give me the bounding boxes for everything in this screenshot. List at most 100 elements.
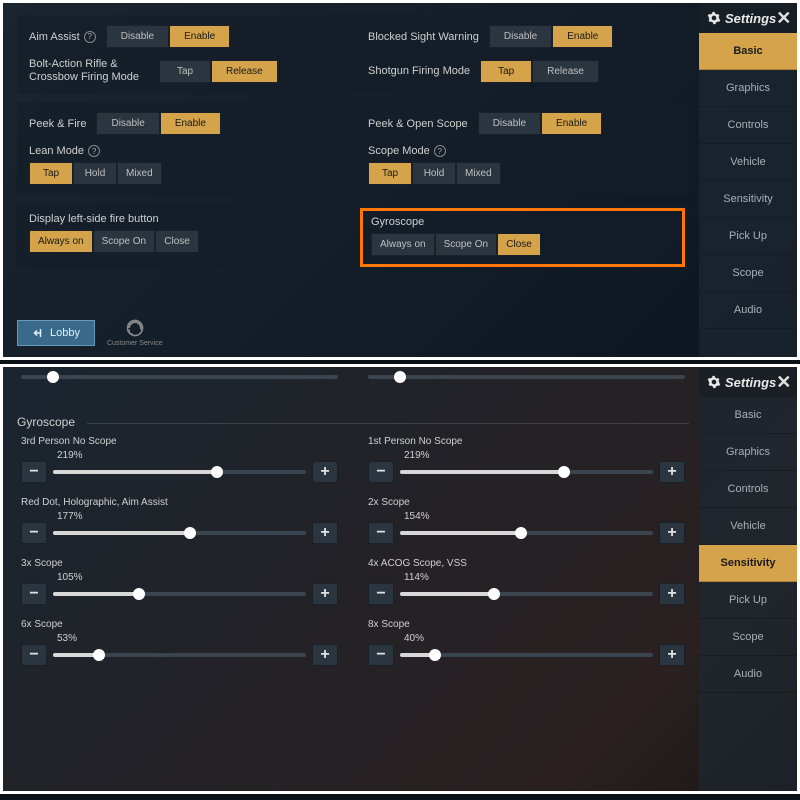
slider-track[interactable] — [53, 531, 306, 535]
increase-button[interactable]: + — [659, 522, 685, 544]
option-enable[interactable]: Enable — [160, 112, 221, 135]
divider — [87, 423, 689, 424]
help-icon[interactable]: ? — [434, 145, 446, 157]
nav-item-pick-up[interactable]: Pick Up — [699, 218, 797, 255]
slider-thumb[interactable] — [429, 649, 441, 661]
option-disable[interactable]: Disable — [478, 112, 541, 135]
label-bolt-action: Bolt-Action Rifle & Crossbow Firing Mode — [29, 58, 149, 84]
option-hold[interactable]: Hold — [73, 162, 117, 185]
decrease-button[interactable]: − — [368, 522, 394, 544]
increase-button[interactable]: + — [659, 644, 685, 666]
decrease-button[interactable]: − — [21, 583, 47, 605]
slider-track[interactable] — [400, 592, 653, 596]
option-scope-on[interactable]: Scope On — [93, 230, 155, 253]
increase-button[interactable]: + — [312, 461, 338, 483]
option-tap[interactable]: Tap — [368, 162, 412, 185]
nav-item-graphics[interactable]: Graphics — [699, 70, 797, 107]
option-enable[interactable]: Enable — [541, 112, 602, 135]
option-release[interactable]: Release — [211, 60, 278, 83]
toggle-peek-open-scope: DisableEnable — [478, 112, 603, 135]
slider-thumb[interactable] — [211, 466, 223, 478]
gear-icon — [707, 375, 721, 389]
option-close[interactable]: Close — [497, 233, 541, 256]
option-hold[interactable]: Hold — [412, 162, 456, 185]
close-icon[interactable]: ✕ — [776, 373, 791, 391]
slider-value: 177% — [57, 511, 338, 522]
nav-item-scope[interactable]: Scope — [699, 255, 797, 292]
row-bolt-action: Bolt-Action Rifle & Crossbow Firing Mode… — [29, 58, 338, 84]
decrease-button[interactable]: − — [368, 644, 394, 666]
increase-button[interactable]: + — [312, 644, 338, 666]
option-tap[interactable]: Tap — [29, 162, 73, 185]
slider-track[interactable] — [53, 653, 306, 657]
nav-item-controls[interactable]: Controls — [699, 107, 797, 144]
slider-thumb[interactable] — [558, 466, 570, 478]
option-always-on[interactable]: Always on — [29, 230, 93, 253]
decrease-button[interactable]: − — [21, 461, 47, 483]
slider-thumb[interactable] — [133, 588, 145, 600]
option-close[interactable]: Close — [155, 230, 199, 253]
decrease-button[interactable]: − — [21, 644, 47, 666]
option-scope-on[interactable]: Scope On — [435, 233, 497, 256]
nav-item-vehicle[interactable]: Vehicle — [699, 144, 797, 181]
nav-item-graphics[interactable]: Graphics — [699, 434, 797, 471]
decrease-button[interactable]: − — [21, 522, 47, 544]
slider-thumb[interactable] — [394, 371, 406, 383]
slider-track[interactable] — [53, 592, 306, 596]
nav-item-pick-up[interactable]: Pick Up — [699, 582, 797, 619]
slider-thumb[interactable] — [93, 649, 105, 661]
nav-item-sensitivity[interactable]: Sensitivity — [699, 545, 797, 582]
nav-item-audio[interactable]: Audio — [699, 656, 797, 693]
slider-value: 219% — [57, 450, 338, 461]
slider-thumb[interactable] — [488, 588, 500, 600]
nav-item-scope[interactable]: Scope — [699, 619, 797, 656]
slider-thumb[interactable] — [515, 527, 527, 539]
option-release[interactable]: Release — [532, 60, 599, 83]
customer-service-button[interactable]: Customer Service — [107, 318, 163, 347]
help-icon[interactable]: ? — [88, 145, 100, 157]
nav-item-sensitivity[interactable]: Sensitivity — [699, 181, 797, 218]
slider-label: 1st Person No Scope — [368, 436, 685, 447]
option-tap[interactable]: Tap — [159, 60, 211, 83]
increase-button[interactable]: + — [659, 461, 685, 483]
decrease-button[interactable]: − — [368, 461, 394, 483]
panel-peek: Peek & Fire DisableEnable Peek & Open Sc… — [17, 102, 689, 195]
slider-label: 3x Scope — [21, 558, 338, 569]
option-tap[interactable]: Tap — [480, 60, 532, 83]
nav-item-controls[interactable]: Controls — [699, 471, 797, 508]
option-disable[interactable]: Disable — [489, 25, 552, 48]
option-mixed[interactable]: Mixed — [117, 162, 162, 185]
increase-button[interactable]: + — [312, 583, 338, 605]
increase-button[interactable]: + — [659, 583, 685, 605]
help-icon[interactable]: ? — [84, 31, 96, 43]
option-disable[interactable]: Disable — [96, 112, 159, 135]
close-icon[interactable]: ✕ — [776, 9, 791, 27]
slider-track[interactable] — [400, 470, 653, 474]
increase-button[interactable]: + — [312, 522, 338, 544]
slider-value: 219% — [404, 450, 685, 461]
option-enable[interactable]: Enable — [169, 25, 230, 48]
lobby-button[interactable]: Lobby — [17, 320, 95, 346]
row-scope-mode: Scope Mode? TapHoldMixed — [368, 145, 677, 185]
slider-value: 53% — [57, 633, 338, 644]
nav-item-audio[interactable]: Audio — [699, 292, 797, 329]
decrease-button[interactable]: − — [368, 583, 394, 605]
slider-track[interactable] — [400, 531, 653, 535]
option-enable[interactable]: Enable — [552, 25, 613, 48]
option-always-on[interactable]: Always on — [371, 233, 435, 256]
slider-thumb[interactable] — [47, 371, 59, 383]
option-disable[interactable]: Disable — [106, 25, 169, 48]
toggle-bolt-action: TapRelease — [159, 60, 278, 83]
slider-label: 8x Scope — [368, 619, 685, 630]
option-mixed[interactable]: Mixed — [456, 162, 501, 185]
settings-sidebar: Settings ✕ BasicGraphicsControlsVehicleS… — [699, 367, 797, 791]
row-peek-fire: Peek & Fire DisableEnable — [29, 112, 338, 135]
slider-track[interactable] — [53, 470, 306, 474]
slider-thumb[interactable] — [184, 527, 196, 539]
toggle-blocked-sight: DisableEnable — [489, 25, 614, 48]
nav-item-vehicle[interactable]: Vehicle — [699, 508, 797, 545]
nav-item-basic[interactable]: Basic — [699, 33, 797, 70]
slider-track[interactable] — [400, 653, 653, 657]
row-shotgun: Shotgun Firing Mode TapRelease — [368, 58, 677, 84]
nav-item-basic[interactable]: Basic — [699, 397, 797, 434]
